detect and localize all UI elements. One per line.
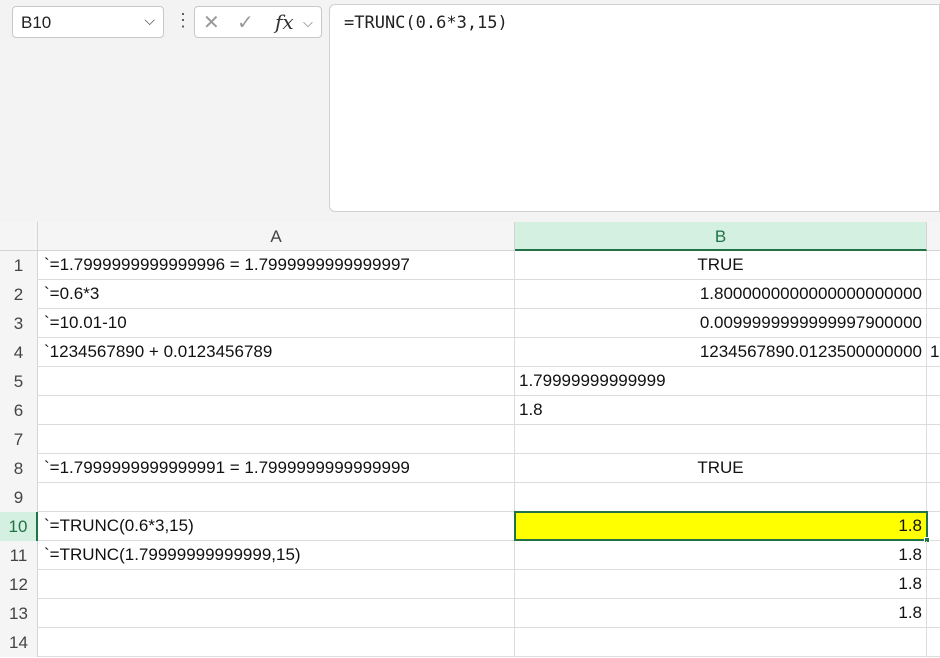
cell-c11[interactable]: [927, 541, 940, 569]
cell-a7[interactable]: [38, 425, 515, 453]
cell-b8[interactable]: TRUE: [515, 454, 927, 482]
cell-c7[interactable]: [927, 425, 940, 453]
cell-a3[interactable]: `=10.01-10: [38, 309, 515, 337]
cell-a8[interactable]: `=1.7999999999999991 = 1.799999999999999…: [38, 454, 515, 482]
row-header[interactable]: 12: [0, 570, 38, 599]
row-header[interactable]: 3: [0, 309, 38, 338]
formula-input[interactable]: =TRUNC(0.6*3,15): [329, 4, 940, 212]
row-header[interactable]: 11: [0, 541, 38, 570]
cell-value: 1.8: [898, 603, 922, 622]
row-header[interactable]: 10: [0, 512, 38, 541]
cell-value: 1.8: [519, 400, 543, 419]
cell-b11[interactable]: 1.8: [515, 541, 927, 569]
cell-a9[interactable]: [38, 483, 515, 511]
cell-c9[interactable]: [927, 483, 940, 511]
cell-c13[interactable]: [927, 599, 940, 627]
cell-value: 0.0099999999999997900000: [699, 313, 922, 332]
formula-bar-area: B10 ⌵ ⋮ ✕ ✓ fx ⌵ =TRUNC(0.6*3,15): [0, 0, 940, 222]
row-header[interactable]: 14: [0, 628, 38, 657]
row-header[interactable]: 2: [0, 280, 38, 309]
cell-a5[interactable]: [38, 367, 515, 395]
table-row: 14: [0, 628, 940, 657]
cell-c2[interactable]: [927, 280, 940, 308]
cell-b1[interactable]: TRUE: [515, 251, 927, 279]
cell-value: TRUE: [697, 255, 744, 274]
cell-value: 1.8: [898, 516, 922, 535]
chevron-down-icon[interactable]: ⌵: [144, 12, 155, 29]
cell-c6[interactable]: [927, 396, 940, 424]
table-row: 3 `=10.01-10 0.0099999999999997900000: [0, 309, 940, 338]
cell-c10[interactable]: [927, 512, 940, 540]
cell-b6[interactable]: 1.8: [515, 396, 927, 424]
cell-b3[interactable]: 0.0099999999999997900000: [515, 309, 927, 337]
cell-c4[interactable]: 1: [927, 338, 940, 366]
cell-value: 1.8: [898, 545, 922, 564]
cell-c12[interactable]: [927, 570, 940, 598]
name-box[interactable]: B10 ⌵: [12, 6, 164, 38]
row-header[interactable]: 9: [0, 483, 38, 512]
row-header[interactable]: 7: [0, 425, 38, 454]
cell-a11[interactable]: `=TRUNC(1.79999999999999,15): [38, 541, 515, 569]
cell-c1[interactable]: [927, 251, 940, 279]
cell-c3[interactable]: [927, 309, 940, 337]
cell-a12[interactable]: [38, 570, 515, 598]
cell-b2[interactable]: 1.8000000000000000000000: [515, 280, 927, 308]
formula-buttons: ✕ ✓ fx ⌵: [194, 6, 322, 38]
cell-value: 1.8000000000000000000000: [699, 284, 922, 303]
row-header[interactable]: 5: [0, 367, 38, 396]
table-row: 8 `=1.7999999999999991 = 1.7999999999999…: [0, 454, 940, 483]
cell-a2[interactable]: `=0.6*3: [38, 280, 515, 308]
column-header-c[interactable]: [927, 222, 940, 251]
cell-b5[interactable]: 1.79999999999999: [515, 367, 927, 395]
cell-a10[interactable]: `=TRUNC(0.6*3,15): [38, 512, 515, 540]
cell-b4[interactable]: 1234567890.0123500000000: [515, 338, 927, 366]
cell-a1[interactable]: `=1.7999999999999996 = 1.799999999999999…: [38, 251, 515, 279]
row-header[interactable]: 8: [0, 454, 38, 483]
row-header[interactable]: 6: [0, 396, 38, 425]
table-row: 13 1.8: [0, 599, 940, 628]
row-header[interactable]: 1: [0, 251, 38, 280]
column-header-a[interactable]: A: [38, 222, 515, 251]
more-options-icon[interactable]: ⋮: [174, 10, 192, 31]
cell-value: 1.8: [898, 574, 922, 593]
fx-icon[interactable]: fx: [275, 10, 294, 34]
cell-b14[interactable]: [515, 628, 927, 656]
column-header-b[interactable]: B: [515, 222, 927, 251]
cell-c5[interactable]: [927, 367, 940, 395]
table-row: 9: [0, 483, 940, 512]
cell-b10[interactable]: 1.8: [514, 511, 930, 543]
cell-c14[interactable]: [927, 628, 940, 656]
name-box-value: B10: [21, 13, 52, 32]
row-header[interactable]: 13: [0, 599, 38, 628]
cell-value: TRUE: [697, 458, 744, 477]
table-row: 4 `1234567890 + 0.0123456789 1234567890.…: [0, 338, 940, 367]
cell-b7[interactable]: [515, 425, 927, 453]
cell-c8[interactable]: [927, 454, 940, 482]
cell-value: 1234567890.0123500000000: [699, 342, 922, 361]
table-row: 12 1.8: [0, 570, 940, 599]
cancel-icon[interactable]: ✕: [203, 10, 220, 35]
table-row: 5 1.79999999999999: [0, 367, 940, 396]
table-row: 6 1.8: [0, 396, 940, 425]
enter-icon[interactable]: ✓: [237, 10, 254, 35]
select-all-corner[interactable]: [0, 222, 38, 251]
cell-a6[interactable]: [38, 396, 515, 424]
cell-a14[interactable]: [38, 628, 515, 656]
cell-a4[interactable]: `1234567890 + 0.0123456789: [38, 338, 515, 366]
row-header[interactable]: 4: [0, 338, 38, 367]
table-row: 2 `=0.6*3 1.8000000000000000000000: [0, 280, 940, 309]
cell-value: 1.79999999999999: [519, 371, 666, 390]
cell-b13[interactable]: 1.8: [515, 599, 927, 627]
table-row: 7: [0, 425, 940, 454]
table-row: 1 `=1.7999999999999996 = 1.7999999999999…: [0, 251, 940, 280]
cell-a13[interactable]: [38, 599, 515, 627]
cell-b12[interactable]: 1.8: [515, 570, 927, 598]
table-row: 10 `=TRUNC(0.6*3,15) 1.8: [0, 511, 940, 543]
table-row: 11 `=TRUNC(1.79999999999999,15) 1.8: [0, 541, 940, 570]
cell-b9[interactable]: [515, 483, 927, 511]
chevron-down-icon[interactable]: ⌵: [303, 15, 313, 31]
